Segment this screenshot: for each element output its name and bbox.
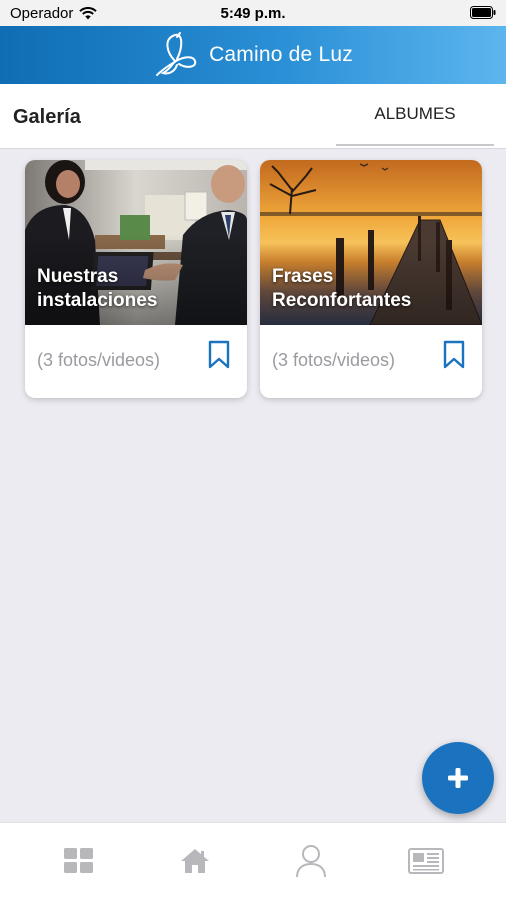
battery-icon — [470, 6, 496, 19]
album-title-line2: instalaciones — [37, 290, 158, 311]
nav-item-profile[interactable] — [293, 843, 329, 879]
album-count: (3 fotos/videos) — [272, 350, 396, 370]
album-title-line1: Frases — [272, 266, 334, 287]
add-album-button[interactable] — [422, 742, 494, 814]
page-header: Galería ALBUMES — [0, 84, 506, 149]
album-cover-image: Frases Reconfortantes — [260, 160, 482, 325]
news-icon — [408, 848, 444, 874]
grid-icon — [64, 848, 93, 873]
brand-name: Camino de Luz — [209, 43, 353, 66]
status-time: 5:49 p.m. — [220, 5, 286, 22]
nav-item-home[interactable] — [177, 843, 213, 879]
album-title-line1: Nuestras — [37, 266, 119, 287]
album-count: (3 fotos/videos) — [37, 350, 161, 370]
album-cover-image: Nuestras instalaciones — [25, 160, 247, 325]
album-card-frases-reconfortantes[interactable]: Frases Reconfortantes (3 fotos/videos) — [260, 160, 482, 398]
nav-item-news[interactable] — [408, 843, 444, 879]
status-bar: Operador 5:49 p.m. — [0, 0, 506, 26]
butterfly-icon — [156, 32, 197, 76]
album-title: Nuestras instalaciones — [37, 265, 239, 313]
bottom-nav — [0, 822, 506, 901]
user-icon — [296, 845, 326, 878]
album-title-line2: Reconfortantes — [272, 290, 412, 311]
album-card-nuestras-instalaciones[interactable]: Nuestras instalaciones (3 fotos/videos) — [25, 160, 247, 398]
page-title: Galería — [13, 106, 81, 128]
nav-item-gallery[interactable] — [61, 843, 97, 879]
bookmark-icon[interactable] — [442, 340, 466, 370]
app-header: Camino de Luz — [0, 26, 506, 84]
home-icon — [181, 849, 209, 873]
plus-icon — [448, 768, 468, 788]
album-title: Frases Reconfortantes — [272, 265, 474, 313]
bookmark-icon[interactable] — [207, 340, 231, 370]
tab-albumes[interactable]: ALBUMES — [336, 84, 494, 146]
